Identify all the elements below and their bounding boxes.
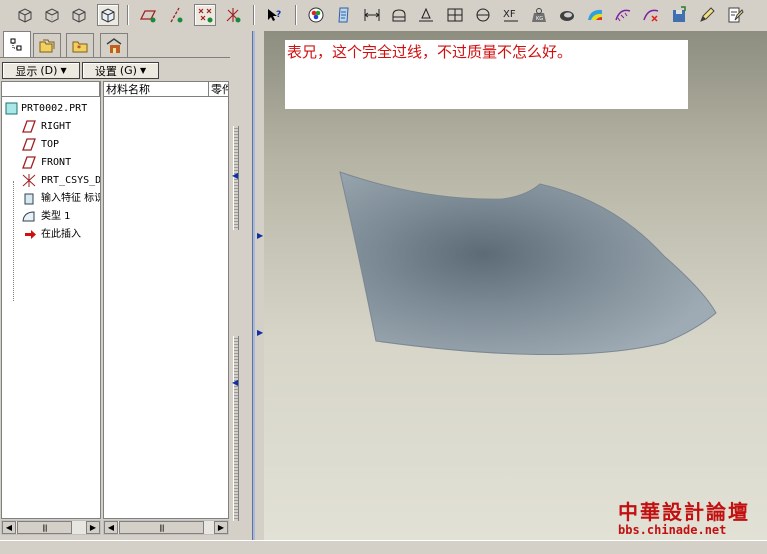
tree-root-label: PRT0002.PRT — [21, 103, 88, 114]
datum-points-toggle-icon[interactable] — [194, 4, 216, 26]
model-setup-icon[interactable] — [333, 4, 355, 26]
svg-text:?: ? — [276, 10, 281, 20]
tree-root-item[interactable]: PRT0002.PRT — [2, 100, 100, 117]
xf-analysis-icon[interactable]: XF — [500, 4, 522, 26]
datum-plane-icon — [22, 156, 36, 169]
watermark-url: bbs.chinade.net — [618, 523, 727, 537]
expand-right-arrow-icon[interactable]: ▶ — [257, 328, 264, 337]
settings-menu-label: 设置 — [94, 64, 117, 78]
section-icon[interactable] — [444, 4, 466, 26]
datum-axes-toggle-icon[interactable] — [164, 4, 186, 26]
shaded-curvature-icon[interactable] — [584, 4, 606, 26]
model-tree[interactable]: PRT0002.PRT RIGHT TOP FRONT PRT_CSYS_DEF… — [1, 81, 101, 519]
collapse-left-arrow-icon[interactable]: ◀ — [232, 171, 239, 180]
graphics-viewport[interactable]: 表兄，这个完全过线，不过质量不怎么好。 中華設計論壇 bbs.chinade.n… — [264, 31, 767, 540]
csys-icon — [22, 174, 36, 187]
scroll-left-icon[interactable]: ◀ — [104, 521, 118, 534]
tree-item-label: 输入特征 标识 — [41, 193, 101, 204]
show-menu-label: 显示 — [15, 64, 38, 78]
columns-horizontal-scrollbar[interactable]: ◀ ||| ▶ — [103, 520, 229, 535]
navigator-panel: * 显示 (D) ▼ 设置 (G) ▼ PRT0002.PRT RIGHT TO… — [0, 31, 230, 540]
tree-item-type-1[interactable]: 类型 1 — [2, 208, 100, 225]
part-icon — [5, 102, 18, 115]
tree-item-front[interactable]: FRONT — [2, 154, 100, 171]
tree-item-top[interactable]: TOP — [2, 136, 100, 153]
scroll-left-icon[interactable]: ◀ — [2, 521, 16, 534]
show-menu-key: (D) — [40, 64, 58, 77]
tree-horizontal-scrollbar[interactable]: ◀ ||| ▶ — [1, 520, 101, 535]
tree-item-label: PRT_CSYS_DEF — [41, 175, 101, 186]
model-tree-tab-icon[interactable] — [3, 31, 31, 57]
datum-planes-toggle-icon[interactable] — [137, 4, 159, 26]
settings-menu-key: (G) — [119, 64, 137, 77]
deviation-icon[interactable] — [640, 4, 662, 26]
scroll-right-icon[interactable]: ▶ — [86, 521, 100, 534]
tree-columns-pane: 材料名称 零件 — [103, 81, 229, 519]
measure-distance-icon[interactable] — [361, 4, 383, 26]
measure-angle-icon[interactable] — [415, 4, 437, 26]
settings-menu-button[interactable]: 设置 (G) ▼ — [82, 62, 159, 79]
viewport-border — [252, 31, 255, 540]
surface-type-icon — [22, 211, 35, 222]
scrollbar-thumb[interactable]: ||| — [119, 521, 204, 534]
datum-plane-icon — [22, 120, 36, 133]
favorites-tab-icon[interactable]: * — [66, 33, 94, 57]
wireframe-icon[interactable] — [97, 4, 119, 26]
tree-item-label: TOP — [41, 139, 60, 150]
watermark-title: 中華設計論壇 — [618, 500, 750, 524]
annotation-note-text: 表兄，这个完全过线，不过质量不怎么好。 — [287, 43, 573, 61]
curve-analysis-icon[interactable] — [612, 4, 634, 26]
svg-text:KG: KG — [536, 16, 543, 22]
column-header-material[interactable]: 材料名称 — [104, 82, 209, 97]
redefine-icon[interactable] — [724, 4, 746, 26]
surface-analysis-icon[interactable] — [556, 4, 578, 26]
annotation-note: 表兄，这个完全过线，不过质量不怎么好。 — [285, 40, 688, 109]
panel-splitter[interactable]: ◀ ◀ ▶ ▶ — [230, 31, 264, 540]
color-appearance-icon[interactable] — [305, 4, 327, 26]
coordinate-systems-toggle-icon[interactable] — [222, 4, 244, 26]
forum-watermark: 中華設計論壇 bbs.chinade.net — [612, 496, 762, 538]
main-toolbar: ? XF KG — [0, 0, 767, 32]
import-feature-icon — [24, 193, 34, 205]
splitter-grip[interactable] — [233, 336, 239, 521]
save-analysis-icon[interactable] — [668, 4, 690, 26]
measure-area-icon[interactable] — [388, 4, 410, 26]
datum-plane-icon — [22, 138, 36, 151]
tree-item-csys[interactable]: PRT_CSYS_DEF — [2, 172, 100, 189]
folder-browser-tab-icon[interactable] — [33, 33, 61, 57]
edit-icon[interactable] — [696, 4, 718, 26]
hidden-line-icon[interactable] — [41, 4, 63, 26]
status-bar — [0, 540, 767, 554]
tree-item-label: FRONT — [41, 157, 72, 168]
context-help-icon[interactable]: ? — [263, 4, 285, 26]
connections-tab-icon[interactable] — [100, 33, 128, 57]
chevron-down-icon: ▼ — [60, 66, 67, 75]
chevron-down-icon: ▼ — [139, 66, 147, 75]
tree-column-header — [2, 82, 100, 97]
column-header-part[interactable]: 零件 — [209, 82, 228, 97]
tree-item-label: 类型 1 — [41, 211, 71, 222]
tree-item-label: RIGHT — [41, 121, 72, 132]
show-menu-button[interactable]: 显示 (D) ▼ — [2, 62, 80, 79]
mass-properties-icon[interactable]: KG — [528, 4, 550, 26]
curvature-icon[interactable] — [472, 4, 494, 26]
svg-text:XF: XF — [503, 9, 516, 20]
collapse-left-arrow-icon[interactable]: ◀ — [232, 378, 239, 387]
tree-item-right[interactable]: RIGHT — [2, 118, 100, 135]
svg-text:*: * — [77, 44, 81, 53]
scrollbar-thumb[interactable]: ||| — [17, 521, 72, 534]
tree-item-insert-here[interactable]: 在此插入 — [2, 226, 100, 243]
insert-here-arrow-icon — [25, 230, 36, 239]
tree-item-label: 在此插入 — [41, 229, 81, 240]
scroll-right-icon[interactable]: ▶ — [214, 521, 228, 534]
shading-display-icon[interactable] — [14, 4, 36, 26]
expand-right-arrow-icon[interactable]: ▶ — [257, 231, 264, 240]
no-hidden-icon[interactable] — [68, 4, 90, 26]
tree-item-import-feature[interactable]: 输入特征 标识 — [2, 190, 100, 207]
